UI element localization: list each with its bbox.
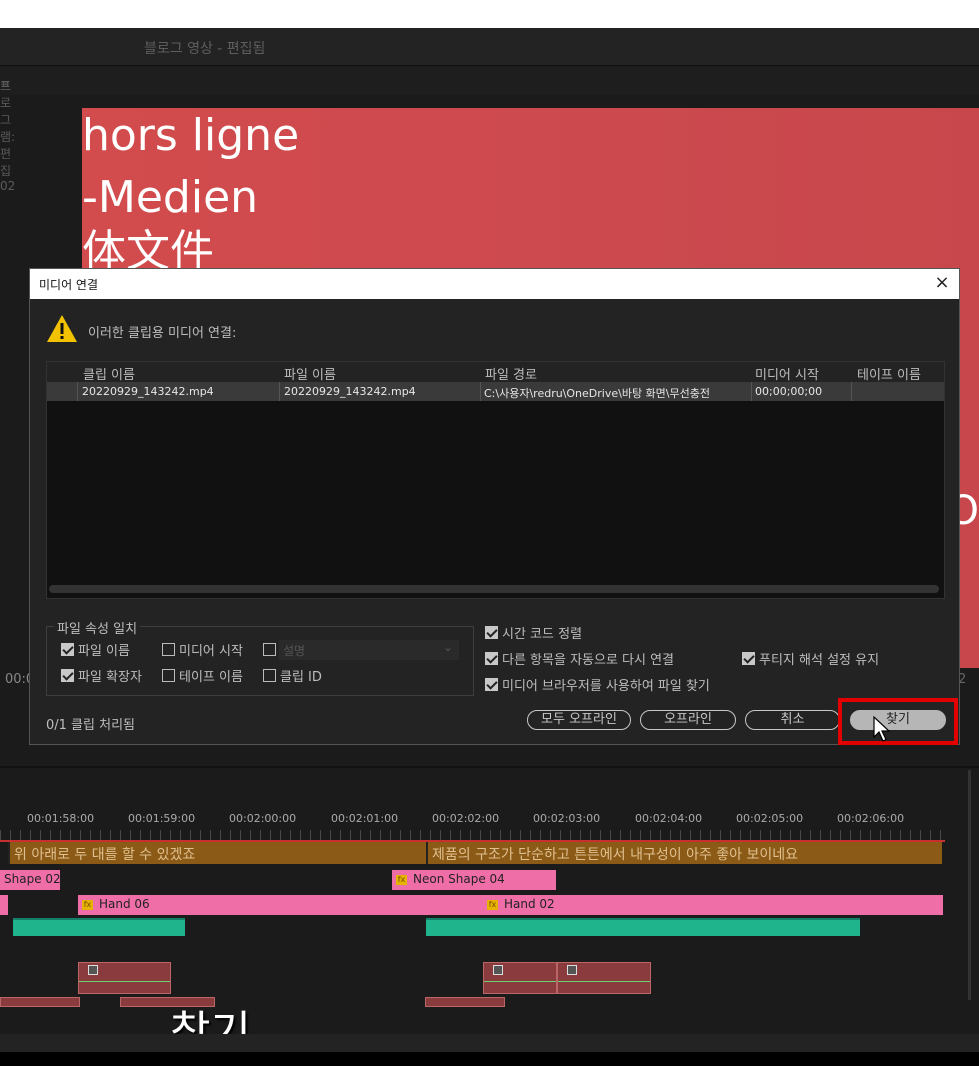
caption-clip[interactable]: 제품의 구조가 단순하고 튼튼에서 내구성이 아주 좋아 보이네요 xyxy=(426,842,942,864)
graphic-clip[interactable] xyxy=(0,895,8,915)
column-header-media-start[interactable]: 미디어 시작 xyxy=(755,364,819,383)
program-panel-header[interactable]: 프로그램: 편집02 ≡ xyxy=(0,67,979,193)
checkbox-checked-icon xyxy=(61,669,74,682)
column-divider xyxy=(77,382,78,401)
ruler-label: 00:02:00:00 xyxy=(229,812,297,825)
volume-line xyxy=(79,981,170,982)
checkbox-align-timecode[interactable]: 시간 코드 정렬 xyxy=(485,623,582,642)
mouse-pointer-icon xyxy=(873,716,891,742)
column-divider xyxy=(851,382,852,401)
video-clip[interactable] xyxy=(557,962,651,994)
checkbox-empty-icon xyxy=(162,669,175,682)
audio-clip-waveform[interactable] xyxy=(13,918,185,936)
checkbox-preserve-interpret[interactable]: 푸티지 해석 설정 유지 xyxy=(742,649,879,668)
program-panel-title[interactable]: 프로그램: 편집02 ≡ xyxy=(0,72,15,193)
graphic-clip-hand-02[interactable]: fx Hand 02 xyxy=(483,895,943,915)
timeline-vertical-scrollbar[interactable] xyxy=(968,770,971,1000)
warning-icon xyxy=(47,315,77,342)
fx-badge-icon: fx xyxy=(487,899,498,910)
checkbox-description[interactable] xyxy=(263,643,280,656)
highlight-box xyxy=(838,698,958,745)
video-clip[interactable] xyxy=(78,962,171,994)
time-ruler-ticks[interactable] xyxy=(0,830,945,840)
ruler-label: 00:02:02:00 xyxy=(432,812,500,825)
audio-clip-waveform[interactable] xyxy=(758,918,860,936)
column-header-file-path[interactable]: 파일 경로 xyxy=(485,364,537,383)
cell-file-path: C:\사용자\redru\OneDrive\바탕 화면\무선충전 xyxy=(484,387,710,400)
checkbox-file-name[interactable]: 파일 이름 xyxy=(61,640,130,659)
video-clip[interactable] xyxy=(0,997,80,1007)
clip-icon xyxy=(567,965,577,975)
processing-status: 0/1 클립 처리됨 xyxy=(46,718,135,733)
ruler-label: 00:01:58:00 xyxy=(27,812,95,825)
checkbox-checked-icon xyxy=(485,678,498,691)
fx-badge-icon: fx xyxy=(82,899,93,910)
cell-file-name: 20220929_143242.mp4 xyxy=(284,385,416,398)
description-dropdown[interactable]: 설명 xyxy=(279,640,459,660)
graphic-clip-hand-06[interactable]: fx Hand 06 xyxy=(78,895,483,915)
ruler-label: 00:02:03:00 xyxy=(533,812,601,825)
column-divider xyxy=(279,382,280,401)
column-header-clip-name[interactable]: 클립 이름 xyxy=(83,364,135,383)
checkbox-checked-icon xyxy=(61,643,74,656)
volume-line xyxy=(558,981,650,982)
timeline-panel: 00:01:58:00 00:01:59:00 00:02:00:00 00:0… xyxy=(0,766,979,1066)
cell-media-start: 00;00;00;00 xyxy=(755,385,823,398)
checkbox-file-extension[interactable]: 파일 확장자 xyxy=(61,666,142,685)
column-header-file-name[interactable]: 파일 이름 xyxy=(284,364,336,383)
panel-menu-icon: ≡ xyxy=(0,77,11,91)
match-group-label: 파일 속성 일치 xyxy=(54,618,141,637)
graphic-clip-shape-02[interactable]: Shape 02 xyxy=(0,870,60,890)
caption-clip[interactable]: 위 아래로 두 대를 할 수 있겠죠 xyxy=(8,842,426,864)
table-row[interactable]: 20220929_143242.mp4 20220929_143242.mp4 … xyxy=(47,382,944,401)
video-clip[interactable] xyxy=(483,962,557,994)
dialog-titlebar: 미디어 연결 × xyxy=(30,269,959,299)
fx-badge-icon: fx xyxy=(396,874,407,885)
checkbox-checked-icon xyxy=(742,652,755,665)
dialog-message: 이러한 클립용 미디어 연결: xyxy=(88,326,237,341)
audio-clip-waveform[interactable] xyxy=(426,918,676,936)
cell-clip-name: 20220929_143242.mp4 xyxy=(82,385,214,398)
checkbox-empty-icon xyxy=(162,643,175,656)
cancel-button[interactable]: 취소 xyxy=(745,710,840,730)
graphic-clip-neon-shape-04[interactable]: fx Neon Shape 04 xyxy=(392,870,556,890)
clip-list-table: 클립 이름 파일 이름 파일 경로 미디어 시작 테이프 이름 20220929… xyxy=(46,361,945,599)
table-horizontal-scrollbar[interactable] xyxy=(49,585,939,593)
checkbox-relink-others[interactable]: 다른 항목을 자동으로 다시 연결 xyxy=(485,649,674,668)
column-header-tape-name[interactable]: 테이프 이름 xyxy=(857,364,921,383)
offline-button[interactable]: 오프라인 xyxy=(640,710,736,730)
volume-line xyxy=(484,981,556,982)
preview-text-line-2: -Medien xyxy=(82,172,259,223)
video-clip[interactable] xyxy=(425,997,505,1007)
ruler-label: 00:02:05:00 xyxy=(736,812,804,825)
app-title: 블로그 영상 - 편집됨 xyxy=(144,41,266,57)
letterbox xyxy=(0,1052,979,1066)
clip-icon xyxy=(88,965,98,975)
checkbox-empty-icon xyxy=(263,643,276,656)
app-titlebar: 블로그 영상 - 편집됨 xyxy=(0,28,979,66)
checkbox-tape-name[interactable]: 테이프 이름 xyxy=(162,666,243,685)
checkbox-clip-id[interactable]: 클립 ID xyxy=(263,666,322,685)
link-media-dialog: 미디어 연결 × 이러한 클립용 미디어 연결: 클립 이름 파일 이름 파일 … xyxy=(29,268,960,745)
preview-text-line-1: hors ligne xyxy=(82,110,300,161)
checkbox-checked-icon xyxy=(485,626,498,639)
ruler-label: 00:02:04:00 xyxy=(635,812,703,825)
close-icon[interactable]: × xyxy=(933,272,951,293)
offline-all-button[interactable]: 모두 오프라인 xyxy=(527,710,631,730)
checkbox-checked-icon xyxy=(485,652,498,665)
checkbox-use-media-browser[interactable]: 미디어 브라우저를 사용하여 파일 찾기 xyxy=(485,675,710,694)
ruler-label: 00:02:06:00 xyxy=(837,812,905,825)
column-divider xyxy=(751,382,752,401)
ruler-label: 00:02:01:00 xyxy=(331,812,399,825)
checkbox-empty-icon xyxy=(263,669,276,682)
audio-clip-waveform[interactable] xyxy=(676,918,758,936)
checkbox-media-start[interactable]: 미디어 시작 xyxy=(162,640,243,659)
column-divider xyxy=(480,382,481,401)
panel-separator xyxy=(0,766,979,768)
timeline-bottom-bar xyxy=(0,1034,979,1052)
clip-icon xyxy=(493,965,503,975)
ruler-label: 00:01:59:00 xyxy=(128,812,196,825)
dialog-title: 미디어 연결 xyxy=(39,278,99,292)
